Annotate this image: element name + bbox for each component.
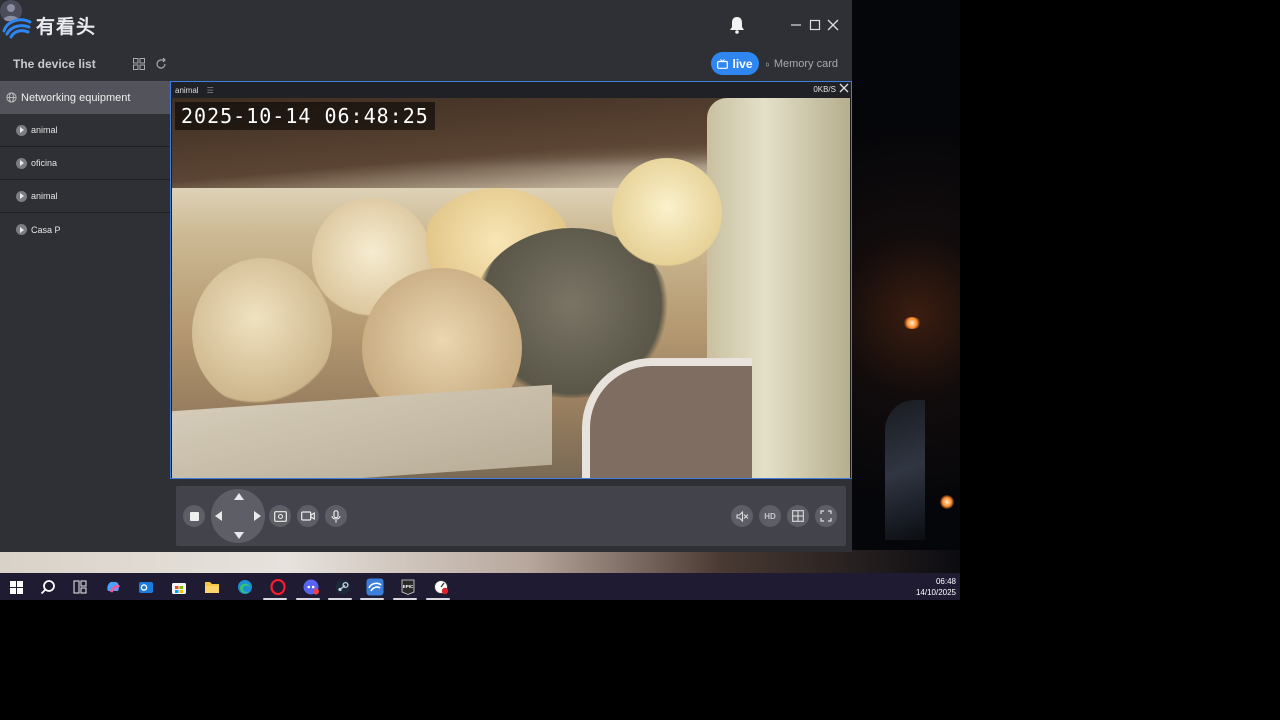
arrow-left-icon[interactable] — [215, 511, 222, 521]
refresh-icon[interactable] — [155, 57, 167, 75]
fullscreen-button[interactable] — [815, 505, 837, 527]
task-view-icon[interactable] — [70, 577, 90, 597]
play-icon — [16, 224, 27, 235]
copilot-icon[interactable] — [103, 577, 123, 597]
running-indicator — [426, 598, 450, 600]
device-list-title: The device list — [13, 57, 96, 71]
close-icon[interactable] — [823, 14, 843, 36]
sd-card-icon — [766, 62, 769, 66]
hd-button[interactable]: HD — [759, 505, 781, 527]
play-icon — [16, 157, 27, 169]
device-label: animal — [31, 191, 58, 201]
running-indicator — [263, 598, 287, 600]
sub-toolbar: The device list live Memory card — [0, 50, 852, 80]
svg-text:EPIC: EPIC — [403, 584, 414, 589]
logo-text: 有看头 — [36, 16, 97, 38]
grid-view-icon[interactable] — [133, 57, 145, 75]
title-bar: 有看头 — [0, 0, 852, 50]
arrow-up-icon[interactable] — [234, 493, 244, 500]
search-icon[interactable] — [38, 577, 58, 597]
file-explorer-icon[interactable] — [202, 577, 222, 597]
app-logo: 有看头 — [2, 12, 96, 39]
video-camera-icon — [301, 511, 315, 521]
running-indicator — [296, 598, 320, 600]
device-group-label: Networking equipment — [21, 91, 131, 104]
minimize-icon[interactable] — [786, 14, 806, 36]
play-icon — [16, 124, 27, 136]
wallpaper-spark — [903, 317, 921, 329]
device-label: Casa P — [31, 224, 61, 235]
speaker-muted-icon — [735, 510, 748, 522]
wallpaper-spark — [940, 495, 954, 509]
screenshot-icon — [273, 510, 287, 522]
epic-games-icon[interactable]: EPIC — [393, 577, 418, 600]
running-indicator — [393, 598, 417, 600]
split-layout-button[interactable] — [787, 505, 809, 527]
camera-feed[interactable]: 2025-10-14 06:48:25 — [172, 98, 850, 478]
tab-memory-card[interactable]: Memory card — [766, 56, 838, 72]
wallpaper-decoration — [885, 400, 925, 540]
outlook-icon[interactable] — [136, 577, 156, 597]
clock-time: 06:48 — [935, 577, 956, 586]
clock-date: 14/10/2025 — [915, 588, 956, 597]
mute-button[interactable] — [731, 505, 753, 527]
feed-tray — [582, 358, 752, 478]
menu-icon[interactable]: ☰ — [207, 86, 214, 95]
arrow-right-icon[interactable] — [254, 511, 261, 521]
windows-start-icon[interactable] — [6, 577, 26, 597]
system-clock[interactable]: 06:48 14/10/2025 — [916, 576, 956, 598]
discord-icon[interactable] — [296, 577, 321, 600]
microphone-icon — [331, 509, 341, 522]
device-item[interactable]: animal — [0, 114, 170, 147]
tab-live-label: live — [732, 56, 753, 71]
talk-button[interactable] — [325, 505, 347, 527]
feed-chick — [192, 258, 332, 408]
camera-app-icon[interactable] — [360, 577, 385, 600]
tab-memory-card-label: Memory card — [773, 58, 838, 70]
device-group-networking[interactable]: Networking equipment — [0, 81, 170, 114]
video-header: animal ☰ 0KB/S — [171, 82, 851, 98]
record-button[interactable] — [297, 505, 319, 527]
video-panel[interactable]: animal ☰ 0KB/S 2025-10-14 06:48:25 — [170, 81, 852, 479]
bitrate-readout: 0KB/S — [813, 85, 836, 94]
play-icon — [16, 190, 27, 202]
snapshot-button[interactable] — [269, 505, 291, 527]
feed-chick — [612, 158, 722, 268]
globe-icon — [6, 92, 17, 103]
device-label: animal — [31, 125, 58, 135]
device-item[interactable]: oficina — [0, 147, 170, 180]
maximize-icon[interactable] — [805, 14, 825, 36]
microsoft-store-icon[interactable] — [169, 577, 189, 597]
running-indicator — [360, 598, 384, 600]
device-label: oficina — [31, 158, 58, 168]
fullscreen-icon — [820, 510, 832, 522]
opera-browser-icon[interactable] — [263, 577, 288, 600]
steam-icon[interactable] — [328, 577, 353, 600]
device-sidebar: Networking equipment animal oficina anim… — [0, 81, 170, 552]
logo-icon — [2, 17, 32, 38]
desktop: 有看头 The device list live Memory card Net… — [0, 0, 960, 600]
taskbar: EPIC 06:48 14/10/2025 — [0, 573, 960, 600]
tab-live[interactable]: live — [711, 52, 759, 75]
stop-button[interactable] — [183, 505, 205, 527]
running-indicator — [328, 598, 352, 600]
osd-timestamp: 2025-10-14 06:48:25 — [175, 102, 435, 130]
device-item[interactable]: animal — [0, 180, 170, 213]
video-channel-name: animal — [175, 85, 199, 95]
device-item[interactable]: Casa P — [0, 213, 170, 246]
arrow-down-icon[interactable] — [234, 532, 244, 539]
edge-browser-icon[interactable] — [235, 577, 255, 597]
player-controls: HD — [176, 486, 846, 546]
ptz-control[interactable] — [211, 489, 265, 543]
grid-layout-icon — [792, 510, 804, 522]
close-icon[interactable] — [839, 83, 849, 95]
wallpaper-strip — [0, 550, 960, 573]
notification-bell-icon[interactable] — [727, 14, 747, 36]
speed-monitor-icon[interactable] — [426, 577, 451, 600]
app-window: 有看头 The device list live Memory card Net… — [0, 0, 852, 552]
tv-icon — [717, 58, 729, 69]
